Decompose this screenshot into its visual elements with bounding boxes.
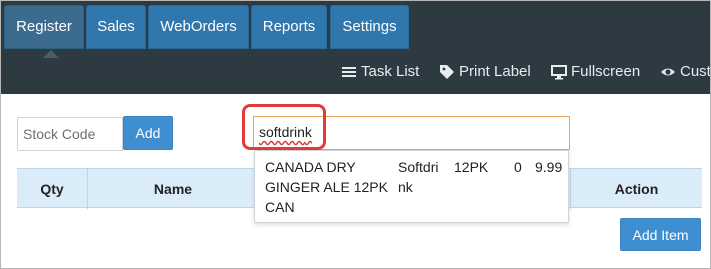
- tab-register-label: Register: [16, 18, 72, 35]
- search-results-dropdown: CANADA DRY GINGER ALE 12PK CAN Softdri n…: [254, 150, 569, 223]
- tab-weborders[interactable]: WebOrders: [148, 5, 249, 49]
- tab-settings[interactable]: Settings: [330, 5, 409, 49]
- tab-sales[interactable]: Sales: [86, 5, 146, 49]
- print-label-button[interactable]: Print Label: [439, 61, 531, 83]
- monitor-icon: [551, 64, 567, 80]
- fullscreen-label: Fullscreen: [571, 63, 641, 80]
- action-column-header: Action: [614, 181, 659, 197]
- name-column-header: Name: [153, 181, 193, 197]
- search-spellcheck-text: softdrin: [259, 124, 305, 140]
- tab-reports[interactable]: Reports: [251, 5, 327, 49]
- eye-icon: [660, 64, 676, 80]
- tab-register[interactable]: Register: [4, 5, 84, 49]
- app-frame: Register Sales WebOrders Reports Setting…: [0, 0, 711, 269]
- task-list-button[interactable]: Task List: [341, 61, 419, 83]
- result-quantity: 0: [514, 159, 522, 175]
- toolbar: Task List Print Label Fullscreen Cust: [1, 61, 711, 83]
- search-spellcheck-text-end: k: [304, 124, 312, 140]
- add-stock-button[interactable]: Add: [123, 116, 173, 150]
- tab-weborders-label: WebOrders: [160, 18, 237, 35]
- add-item-button[interactable]: Add Item: [620, 218, 701, 251]
- result-price: 9.99: [535, 159, 563, 175]
- fullscreen-button[interactable]: Fullscreen: [551, 61, 640, 83]
- task-list-label: Task List: [361, 63, 420, 80]
- qty-column-header: Qty: [40, 181, 64, 197]
- customer-display-label: Cust: [680, 63, 711, 80]
- list-icon: [341, 64, 357, 80]
- result-size: 12PK: [454, 159, 489, 175]
- tab-reports-label: Reports: [262, 18, 316, 35]
- result-category: Softdri nk: [398, 159, 439, 195]
- product-search-input[interactable]: softdrink: [253, 116, 570, 150]
- stock-code-input[interactable]: [17, 117, 123, 151]
- product-search-value: softdrink: [259, 124, 312, 140]
- customer-display-button[interactable]: Cust: [660, 61, 711, 83]
- top-navbar: Register Sales WebOrders Reports Setting…: [1, 1, 711, 94]
- tab-sales-label: Sales: [97, 18, 135, 35]
- print-label-label: Print Label: [459, 63, 531, 80]
- active-tab-caret: [43, 50, 59, 58]
- tag-icon: [439, 64, 455, 80]
- tab-settings-label: Settings: [342, 18, 397, 35]
- result-name[interactable]: CANADA DRY GINGER ALE 12PK CAN: [265, 157, 391, 217]
